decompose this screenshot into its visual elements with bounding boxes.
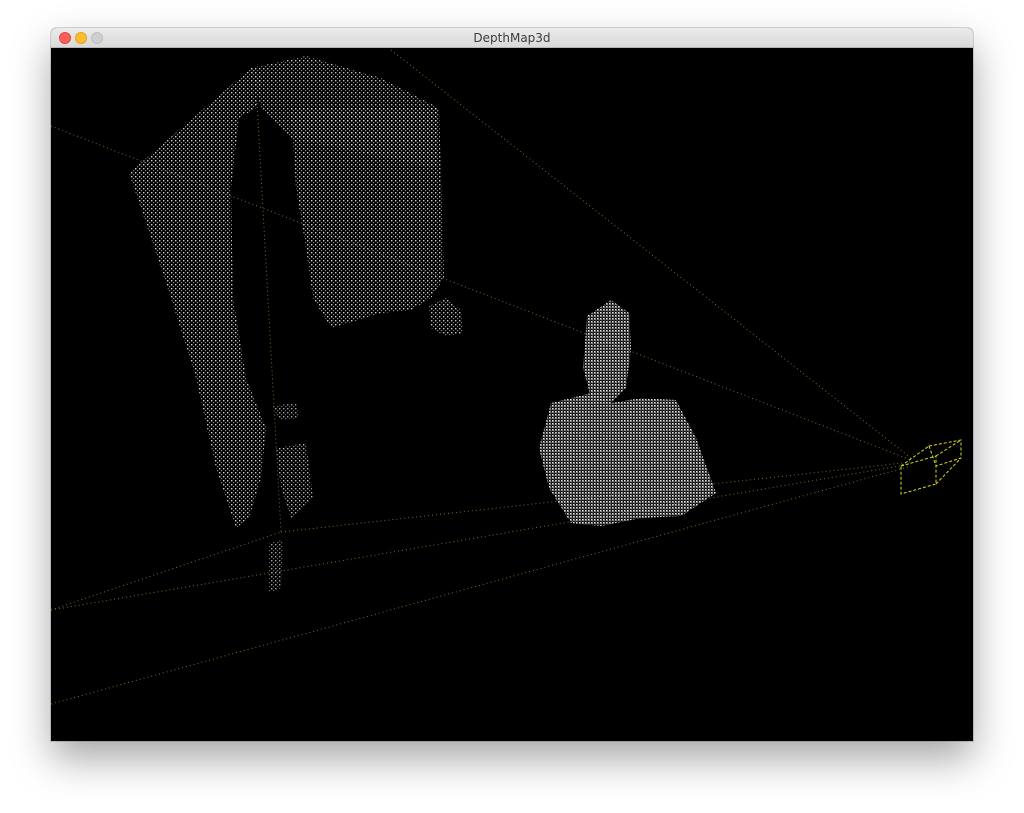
point-cloud-fragment-1	[276, 443, 313, 518]
camera-icon[interactable]	[900, 439, 962, 495]
point-cloud-fragment-3	[273, 403, 299, 420]
point-cloud-person-head	[583, 300, 631, 403]
point-cloud-wall-left	[129, 68, 266, 528]
scene-canvas[interactable]	[51, 48, 973, 741]
frustum-edge-bottom-left	[51, 463, 912, 611]
point-cloud-wall-right	[291, 108, 444, 328]
frustum-edge-bottom	[51, 465, 912, 705]
point-cloud	[129, 56, 716, 593]
frustum-far-edge	[51, 531, 282, 611]
frustum-edge-top	[390, 49, 912, 459]
3d-viewport[interactable]	[51, 48, 973, 741]
point-cloud-person-torso	[539, 393, 716, 526]
window-title: DepthMap3d	[473, 31, 551, 45]
title-bar[interactable]: DepthMap3d	[51, 28, 973, 48]
point-cloud-object-small	[429, 298, 463, 336]
app-window: DepthMap3d	[51, 28, 973, 741]
point-cloud-fragment-2	[269, 540, 283, 593]
